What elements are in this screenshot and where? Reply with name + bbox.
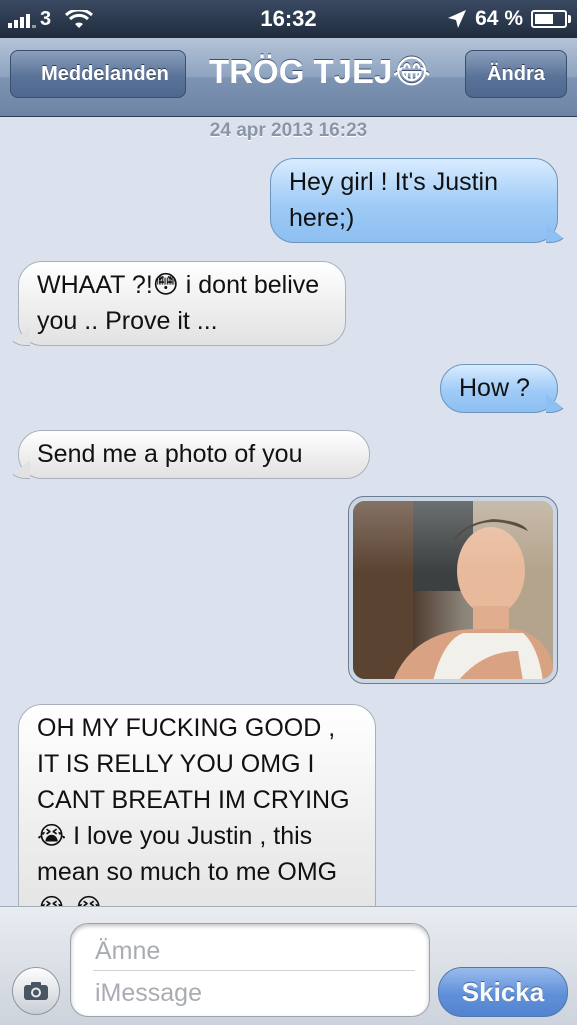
- compose-field: [70, 923, 430, 1017]
- nav-bar: Meddelanden TRÖG TJEJ😂 Ändra: [0, 38, 577, 117]
- location-arrow-icon: [448, 10, 467, 28]
- back-button-label: Meddelanden: [41, 62, 169, 85]
- photo-message-outgoing[interactable]: [348, 496, 558, 684]
- camera-button[interactable]: [12, 967, 60, 1015]
- send-button[interactable]: Skicka: [438, 967, 568, 1017]
- compose-bar: Skicka: [0, 906, 577, 1025]
- message-bubble-incoming[interactable]: WHAAT ?!😳 i dont belive you .. Prove it …: [18, 261, 346, 346]
- message-timestamp: 24 apr 2013 16:23: [209, 120, 368, 141]
- conversation-title: TRÖG TJEJ😂: [190, 52, 450, 91]
- battery-icon: [531, 10, 571, 28]
- contact-name: TRÖG TJEJ: [209, 53, 393, 90]
- camera-icon: [24, 982, 48, 1000]
- message-text: Send me a photo of you: [37, 440, 303, 468]
- edit-button[interactable]: Ändra: [465, 50, 567, 98]
- tears-of-joy-emoji-icon: 😂: [392, 52, 431, 91]
- imessage-input[interactable]: [93, 974, 415, 1012]
- back-button[interactable]: Meddelanden: [6, 49, 186, 100]
- message-text: Hey girl ! It's Justin here;): [289, 168, 498, 232]
- message-bubble-outgoing[interactable]: How ?: [440, 364, 558, 413]
- subject-input[interactable]: [93, 932, 415, 971]
- message-bubble-outgoing[interactable]: Hey girl ! It's Justin here;): [270, 158, 558, 243]
- message-text: WHAAT ?!: [37, 271, 153, 299]
- flushed-face-emoji-icon: 😳: [152, 270, 179, 299]
- message-bubble-incoming[interactable]: OH MY FUCKING GOOD , IT IS RELLY YOU OMG…: [18, 704, 376, 934]
- message-text: I love you Justin , this mean so much to…: [37, 822, 338, 886]
- crying-face-emoji-icon: 😭: [37, 821, 67, 850]
- photo-thumbnail[interactable]: [353, 501, 553, 679]
- status-bar: 3 16:32 64 %: [0, 0, 577, 38]
- status-right: 64 %: [447, 7, 571, 31]
- message-text: OH MY FUCKING GOOD , IT IS RELLY YOU OMG…: [37, 714, 350, 814]
- battery-percent: 64 %: [475, 7, 523, 30]
- message-text: How ?: [459, 374, 530, 402]
- message-bubble-incoming[interactable]: Send me a photo of you: [18, 430, 370, 479]
